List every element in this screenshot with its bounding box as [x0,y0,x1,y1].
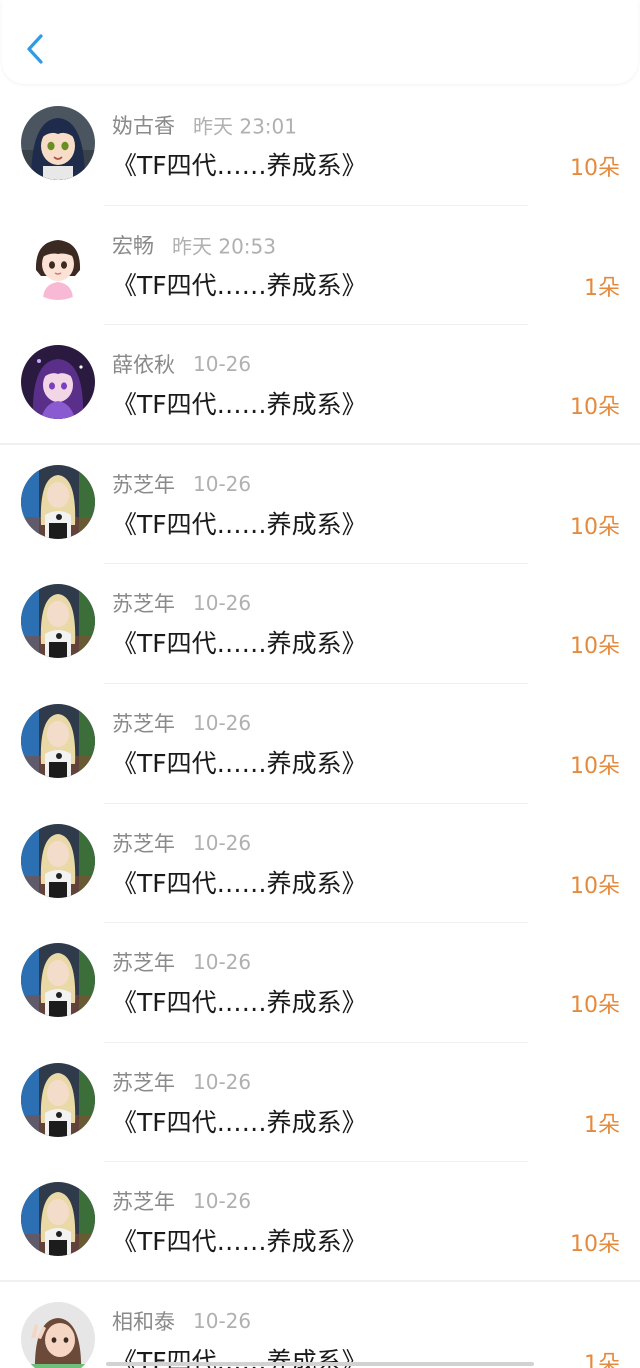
record-time: 10-26 [193,1308,252,1333]
user-avatar[interactable] [21,584,95,659]
flower-record-row[interactable]: 苏芝年 10-26 《TF四代……养成系》 1朵 [0,1042,640,1163]
user-avatar[interactable] [21,1182,95,1257]
flower-record-row[interactable]: 相和泰 10-26 《TF四代……养成系》 1朵 [0,1281,640,1368]
record-time: 10-26 [193,1069,252,1094]
flower-record-row[interactable]: 薛依秋 10-26 《TF四代……养成系》 10朵 [0,325,640,445]
flower-count: 10朵 [570,993,620,1019]
record-meta: 薛依秋 10-26 [112,349,251,379]
user-avatar[interactable] [21,703,95,778]
user-name[interactable]: 苏芝年 [112,951,175,975]
flower-count: 10朵 [570,395,620,421]
flower-count: 1朵 [584,1351,620,1368]
book-title[interactable]: 《TF四代……养成系》 [112,146,367,182]
flower-count: 10朵 [570,156,620,181]
record-time: 昨天 20:53 [172,234,276,259]
book-title[interactable]: 《TF四代……养成系》 [112,744,367,780]
record-meta: 宏畅 昨天 20:53 [112,230,276,260]
top-bar [2,0,638,84]
chevron-left-icon [27,34,43,64]
flower-record-row[interactable]: 苏芝年 10-26 《TF四代……养成系》 10朵 [0,683,640,804]
user-avatar[interactable] [21,464,95,539]
user-avatar[interactable] [21,943,95,1018]
record-time: 10-26 [193,471,252,496]
flower-record-row[interactable]: 苏芝年 10-26 《TF四代……养成系》 10朵 [0,1162,640,1282]
flower-count: 10朵 [570,1232,620,1258]
book-title[interactable]: 《TF四代……养成系》 [112,1222,367,1258]
book-title[interactable]: 《TF四代……养成系》 [112,266,367,302]
flower-count: 10朵 [570,634,620,660]
book-title[interactable]: 《TF四代……养成系》 [112,505,367,541]
flower-records-page: 妫古香 昨天 23:01 《TF四代……养成系》 10朵 宏畅 昨天 20:53 《TF四代… [0,0,640,1368]
flower-record-row[interactable]: 妫古香 昨天 23:01 《TF四代……养成系》 10朵 [0,86,640,206]
user-name[interactable]: 薛依秋 [112,353,175,377]
flower-count: 10朵 [570,873,620,899]
flower-count: 1朵 [584,275,620,301]
flower-count: 10朵 [570,514,620,540]
book-title[interactable]: 《TF四代……养成系》 [112,1103,367,1139]
record-meta: 苏芝年 10-26 [112,1067,251,1097]
user-name[interactable]: 妫古香 [112,114,175,138]
book-title[interactable]: 《TF四代……养成系》 [112,385,367,421]
book-title[interactable]: 《TF四代……养成系》 [112,864,367,900]
flower-record-row[interactable]: 苏芝年 10-26 《TF四代……养成系》 10朵 [0,803,640,924]
flower-count: 10朵 [570,753,620,779]
record-meta: 相和泰 10-26 [112,1306,251,1336]
user-name[interactable]: 苏芝年 [112,1071,175,1095]
user-avatar[interactable] [21,1301,95,1368]
record-meta: 苏芝年 10-26 [112,828,251,858]
flower-record-row[interactable]: 宏畅 昨天 20:53 《TF四代……养成系》 1朵 [0,205,640,326]
back-button[interactable] [16,28,56,68]
book-title[interactable]: 《TF四代……养成系》 [112,983,367,1019]
user-name[interactable]: 相和泰 [112,1310,175,1334]
flower-record-row[interactable]: 苏芝年 10-26 《TF四代……养成系》 10朵 [0,923,640,1043]
user-name[interactable]: 苏芝年 [112,592,175,616]
flower-record-row[interactable]: 苏芝年 10-26 《TF四代……养成系》 10朵 [0,444,640,565]
user-avatar[interactable] [21,345,95,420]
record-meta: 苏芝年 10-26 [112,588,251,618]
user-name[interactable]: 苏芝年 [112,832,175,856]
record-meta: 苏芝年 10-26 [112,947,251,977]
book-title[interactable]: 《TF四代……养成系》 [112,624,367,660]
record-meta: 妫古香 昨天 23:01 [112,110,297,140]
record-meta: 苏芝年 10-26 [112,708,251,738]
scroll-indicator[interactable] [106,1362,534,1366]
user-name[interactable]: 苏芝年 [112,473,175,497]
flower-record-list: 妫古香 昨天 23:01 《TF四代……养成系》 10朵 宏畅 昨天 20:53 《TF四代… [0,86,640,1368]
record-time: 10-26 [193,830,252,855]
record-meta: 苏芝年 10-26 [112,469,251,499]
record-time: 10-26 [193,950,252,975]
user-avatar[interactable] [21,823,95,898]
record-time: 10-26 [193,591,252,616]
user-avatar[interactable] [21,225,95,300]
record-time: 10-26 [193,352,252,377]
record-time: 昨天 23:01 [193,114,297,139]
flower-count: 1朵 [584,1112,620,1138]
record-time: 10-26 [193,1189,252,1214]
user-name[interactable]: 苏芝年 [112,712,175,736]
user-avatar[interactable] [21,106,95,180]
flower-record-row[interactable]: 苏芝年 10-26 《TF四代……养成系》 10朵 [0,564,640,684]
user-name[interactable]: 苏芝年 [112,1190,175,1214]
record-time: 10-26 [193,710,252,735]
user-avatar[interactable] [21,1062,95,1137]
user-name[interactable]: 宏畅 [112,234,154,258]
record-meta: 苏芝年 10-26 [112,1186,251,1216]
